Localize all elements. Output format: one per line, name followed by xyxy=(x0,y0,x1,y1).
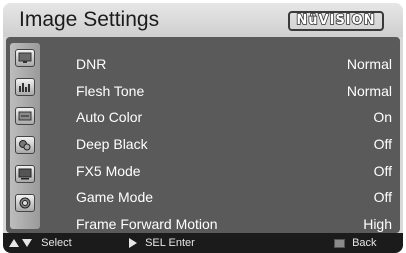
row-label: Auto Color xyxy=(76,109,143,126)
row-value: Off xyxy=(373,162,392,179)
settings-menu: DNR Normal Flesh Tone Normal Auto Color … xyxy=(76,53,392,240)
menu-row-flesh-tone[interactable]: Flesh Tone Normal xyxy=(76,80,392,107)
audio-eq-icon[interactable] xyxy=(15,78,35,96)
menu-row-auto-color[interactable]: Auto Color On xyxy=(76,106,392,133)
row-value: Normal xyxy=(346,82,392,99)
menu-row-dnr[interactable]: DNR Normal xyxy=(76,53,392,80)
down-arrow-icon xyxy=(22,239,33,248)
row-label: Frame Forward Motion xyxy=(76,216,218,233)
row-value: Off xyxy=(373,136,392,153)
row-value: High xyxy=(363,216,392,233)
select-hint: Select xyxy=(9,237,72,249)
menu-row-deep-black[interactable]: Deep Black Off xyxy=(76,133,392,160)
row-value: Normal xyxy=(346,56,392,72)
brand-logo: NüVISION xyxy=(288,11,384,31)
menu-row-game-mode[interactable]: Game Mode Off xyxy=(76,186,392,213)
row-label: Deep Black xyxy=(76,136,148,153)
power-icon[interactable] xyxy=(15,194,35,212)
row-label: FX5 Mode xyxy=(76,162,141,179)
back-label: Back xyxy=(352,237,377,249)
footer-hint-bar: Select SEL Enter Back xyxy=(3,233,403,253)
select-label: Select xyxy=(41,237,72,249)
osd-window: Image Settings NüVISION DNR Normal Flesh… xyxy=(3,3,403,253)
row-label: DNR xyxy=(76,56,107,72)
row-value: On xyxy=(373,109,392,126)
menu-panel: DNR Normal Flesh Tone Normal Auto Color … xyxy=(6,37,400,233)
enter-label: SEL Enter xyxy=(145,237,195,249)
page-title: Image Settings xyxy=(19,8,160,31)
header-bar: Image Settings NüVISION xyxy=(3,3,403,37)
menu-key-icon xyxy=(334,238,345,248)
menu-row-fx5-mode[interactable]: FX5 Mode Off xyxy=(76,160,392,187)
display-icon[interactable] xyxy=(15,165,35,183)
back-hint[interactable]: Back xyxy=(334,237,377,249)
row-label: Flesh Tone xyxy=(76,82,145,99)
color-icon[interactable] xyxy=(15,136,35,154)
row-label: Game Mode xyxy=(76,189,154,206)
up-arrow-icon xyxy=(9,239,19,248)
setup-icon[interactable] xyxy=(15,107,35,125)
enter-hint: SEL Enter xyxy=(129,237,195,249)
picture-icon[interactable] xyxy=(15,49,35,67)
play-arrow-icon xyxy=(129,238,137,249)
sidebar xyxy=(10,43,40,229)
row-value: Off xyxy=(373,189,392,206)
